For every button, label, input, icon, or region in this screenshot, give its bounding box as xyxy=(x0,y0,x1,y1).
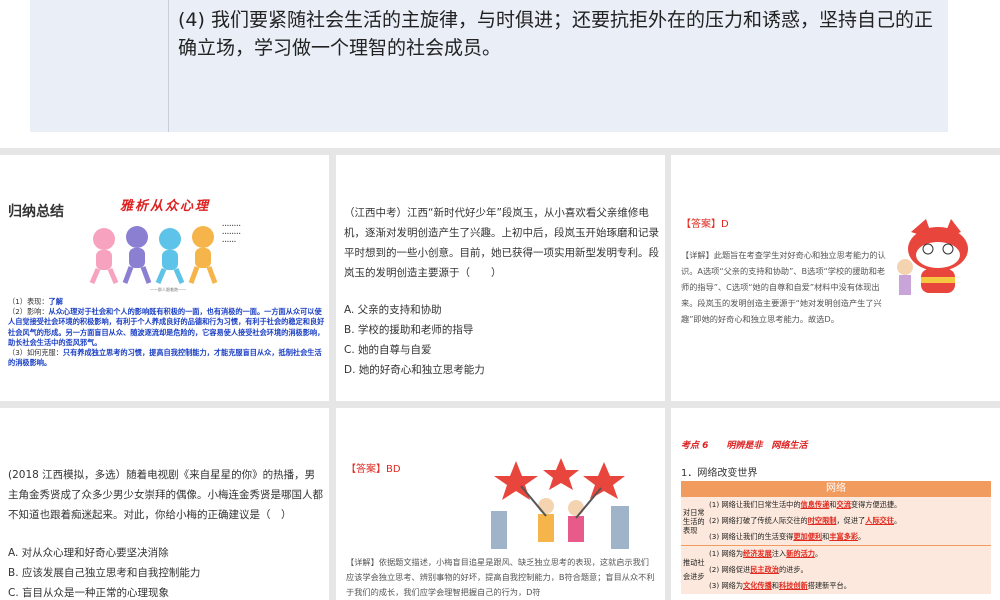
option-d: D. 她的好奇心和独立思考能力 xyxy=(344,364,485,376)
table-cell: (1) 网络为经济发展注入新的活力。 xyxy=(709,549,823,558)
illustration-caption: ——群人跟着跑—— xyxy=(150,287,186,292)
question-text: (2018 江西模拟，多选）随着电视剧《来自星星的你》的热播，男主角金秀贤成了众… xyxy=(8,469,323,521)
option-a: A. 父亲的支持和协助 xyxy=(344,304,442,316)
table-title: 网络 xyxy=(681,481,991,497)
options-list: A. 对从众心理和好奇心要坚决消除 B. 应该发展自己独立思考和自我控制能力 C… xyxy=(8,543,323,600)
option-c: C. 盲目从众是一种正常的心理现象 xyxy=(8,587,170,599)
options-list: A. 父亲的支持和协助 B. 学校的援助和老师的指导 C. 她的自尊与自爱 D.… xyxy=(344,300,659,380)
slide-thumbnail-4[interactable]: (2018 江西模拟，多选）随着电视剧《来自星星的你》的热播，男主角金秀贤成了众… xyxy=(0,408,329,600)
group-label: 推动社会进步 xyxy=(683,558,705,581)
svg-text:••••••••: •••••••• xyxy=(222,231,241,236)
slide-thumbnail-2[interactable]: （江西中考）江西“新时代好少年”段岚玉，从小喜欢看父亲维修电机，逐渐对发明创造产… xyxy=(336,155,665,401)
cartoon-cat-illustration xyxy=(897,219,968,295)
top-slide-text: (4) 我们要紧随社会生活的主旋律，与时俱进；还要抗拒外在的压力和诱惑，坚持自己… xyxy=(178,9,933,59)
conformity-title-art: 雅析从众心理 xyxy=(120,199,211,214)
option-b: B. 学校的援助和老师的指导 xyxy=(344,324,474,336)
running-figures-illustration: •••••••• •••••••• •••••• xyxy=(89,223,241,284)
option-b: B. 应该发展自己独立思考和自我控制能力 xyxy=(8,567,201,579)
summary-line: （2）影响：从众心理对于社会和个人的影响既有积极的一面，也有消极的一面。一方面从… xyxy=(8,307,325,347)
divider xyxy=(168,0,169,132)
slide-thumbnail-5[interactable]: 【答案】BD 【详解】依据题文描述，小梅盲目追星是跟风、缺乏独立思考的表现，这就… xyxy=(336,408,665,600)
summary-text: （1）表现：了解 （2）影响：从众心理对于社会和个人的影响既有积极的一面，也有消… xyxy=(8,297,326,368)
answer-line: 【答案】D xyxy=(681,219,729,230)
answer-line: 【答案】BD xyxy=(346,464,401,475)
stars-and-fans-illustration xyxy=(491,458,629,549)
svg-text:••••••••: •••••••• xyxy=(222,223,241,228)
table-row: (3) 网络让我们的生活变得更加便利和丰富多彩。 xyxy=(681,529,991,546)
summary-heading: 归纳总结 xyxy=(8,204,64,220)
topic-header: 考点 6 明辨是非 网络生活 xyxy=(681,441,808,451)
group-label: 对日常生活的表现 xyxy=(681,497,707,546)
table-cell: (2) 网络促进民主政治的进步。 xyxy=(709,565,808,574)
summary-line: （3）如何克服：只有养成独立思考的习惯，提高自我控制能力，才能克服盲目从众，抵制… xyxy=(8,348,322,368)
slide-thumbnail-6[interactable]: 考点 6 明辨是非 网络生活 1．网络改变世界 网络 对日常生活的表现 (1) … xyxy=(671,408,1000,600)
slide-thumbnail-1[interactable]: 归纳总结 雅析从众心理 •••••••• •••••••• •••••• ——群… xyxy=(0,155,329,401)
svg-text:••••••: •••••• xyxy=(222,239,236,244)
table-cell: (3) 网络让我们的生活变得更加便利和丰富多彩。 xyxy=(707,529,991,546)
table-cell: (3) 网络为文化传播和科技创新搭建新平台。 xyxy=(709,581,851,590)
table-row: 对日常生活的表现 (1) 网络让我们日常生活中的信息传递和交流变得方便迅捷。 xyxy=(681,497,991,546)
slide-thumbnail-3[interactable]: 【答案】D 【详解】此题旨在考查学生对好奇心和独立思考能力的认识。A选项“父亲的… xyxy=(671,155,1000,401)
option-a: A. 对从众心理和好奇心要坚决消除 xyxy=(8,547,169,559)
table-row: (3) 网络为文化传播和科技创新搭建新平台。 xyxy=(681,578,991,594)
table-cell: (2) 网络打破了传统人际交往的时空限制，促进了人际交往。 xyxy=(709,516,902,525)
table-cell: (1) 网络让我们日常生活中的信息传递和交流变得方便迅捷。 xyxy=(709,500,902,509)
table-row: 推动社会进步 (1) 网络为经济发展注入新的活力。 xyxy=(681,546,991,581)
option-c: C. 她的自尊与自爱 xyxy=(344,344,432,356)
table-row: (2) 网络打破了传统人际交往的时空限制，促进了人际交往。 xyxy=(681,513,991,529)
table-row: (2) 网络促进民主政治的进步。 xyxy=(681,562,991,578)
explanation-text: 【详解】依据题文描述，小梅盲目追星是跟风、缺乏独立思考的表现，这就启示我们应该学… xyxy=(346,557,655,597)
subheading: 1．网络改变世界 xyxy=(681,468,758,479)
question-text: （江西中考）江西“新时代好少年”段岚玉，从小喜欢看父亲维修电机，逐渐对发明创造产… xyxy=(344,207,659,279)
top-slide[interactable]: (4) 我们要紧随社会生活的主旋律，与时俱进；还要抗拒外在的压力和诱惑，坚持自己… xyxy=(0,0,1000,148)
summary-line: （1）表现：了解 xyxy=(8,297,63,306)
explanation-text: 【详解】此题旨在考查学生对好奇心和独立思考能力的认识。A选项“父亲的支持和协助”… xyxy=(681,250,886,324)
network-table: 网络 对日常生活的表现 (1) 网络让我们日常生活中的信息传递和交流变得方便迅捷… xyxy=(681,481,991,594)
